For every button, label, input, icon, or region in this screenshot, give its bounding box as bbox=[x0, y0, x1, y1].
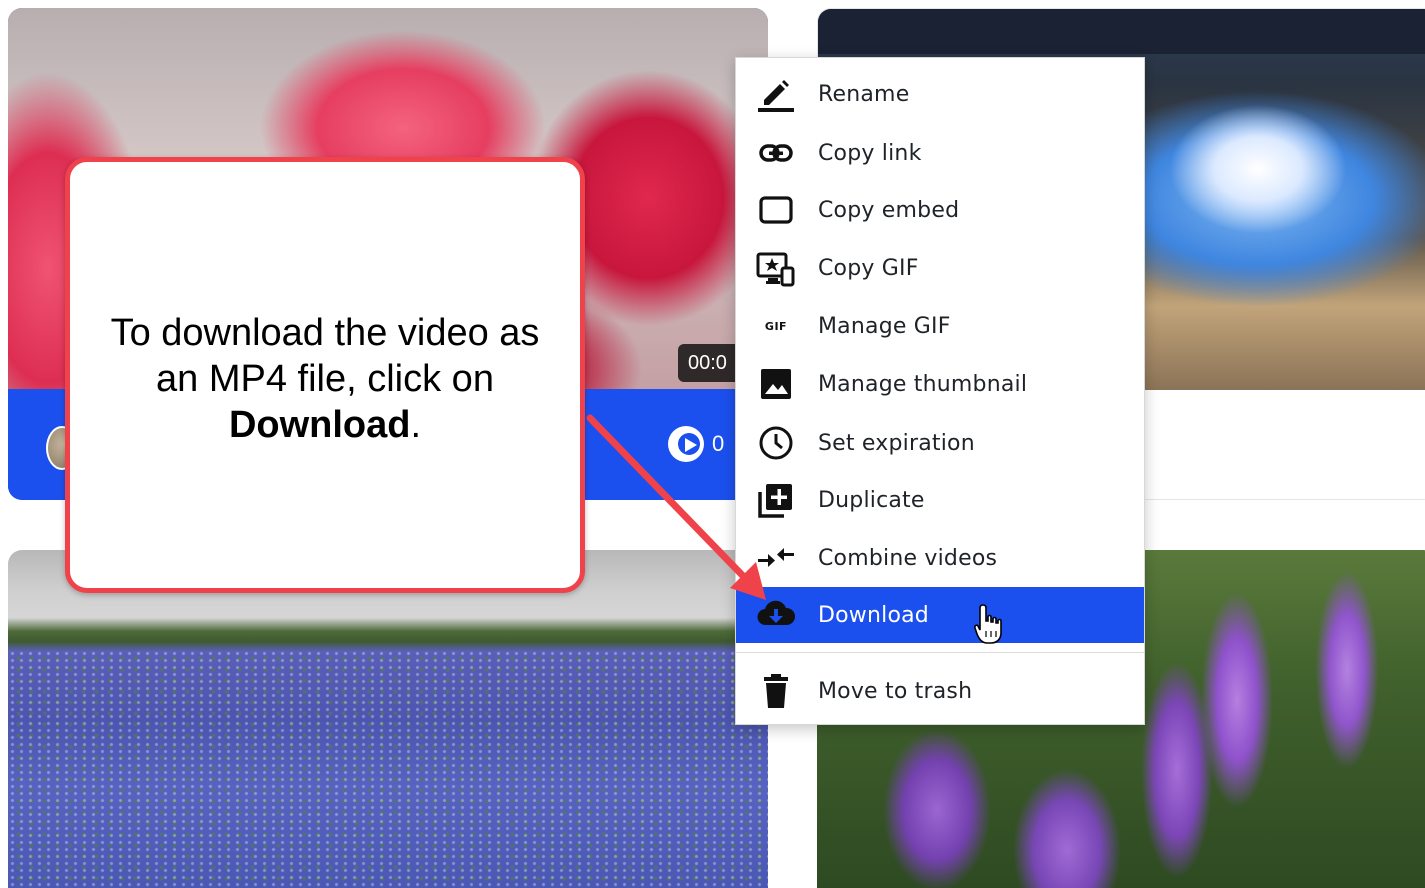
cloud-download-icon bbox=[756, 595, 796, 635]
thumbnail-monitor-edge bbox=[818, 9, 1425, 54]
menu-item-manage-gif[interactable]: GIF Manage GIF bbox=[736, 298, 1144, 354]
menu-item-label: Copy embed bbox=[818, 197, 960, 223]
menu-item-label: Duplicate bbox=[818, 487, 925, 513]
menu-item-copy-embed[interactable]: Copy embed bbox=[736, 182, 1144, 238]
trash-icon bbox=[756, 671, 796, 711]
link-icon bbox=[756, 133, 796, 173]
menu-item-label: Rename bbox=[818, 81, 910, 107]
menu-item-copy-gif[interactable]: Copy GIF bbox=[736, 240, 1144, 296]
view-count: 0 bbox=[668, 426, 724, 462]
play-icon bbox=[668, 426, 704, 462]
gif-badge: GIF bbox=[764, 319, 788, 333]
callout-line-1: To download the video as bbox=[110, 312, 540, 354]
menu-item-manage-thumbnail[interactable]: Manage thumbnail bbox=[736, 356, 1144, 412]
menu-item-rename[interactable]: Rename bbox=[736, 66, 1144, 122]
menu-item-label: Download bbox=[818, 602, 929, 628]
embed-icon bbox=[756, 190, 796, 230]
image-icon bbox=[756, 364, 796, 404]
callout-suffix: . bbox=[410, 404, 422, 446]
menu-item-label: Combine videos bbox=[818, 545, 998, 571]
gif-screen-icon bbox=[756, 248, 796, 288]
menu-item-move-to-trash[interactable]: Move to trash bbox=[736, 663, 1144, 719]
gif-icon: GIF bbox=[756, 306, 796, 346]
callout-text: To download the video as an MP4 file, cl… bbox=[70, 310, 580, 448]
duplicate-icon bbox=[756, 480, 796, 520]
pencil-icon bbox=[756, 74, 796, 114]
video-card-field[interactable] bbox=[8, 550, 768, 888]
instruction-callout: To download the video as an MP4 file, cl… bbox=[65, 157, 585, 593]
view-count-value: 0 bbox=[712, 431, 725, 456]
menu-item-label: Manage GIF bbox=[818, 313, 951, 339]
menu-item-set-expiration[interactable]: Set expiration bbox=[736, 415, 1144, 471]
menu-item-label: Manage thumbnail bbox=[818, 371, 1028, 397]
callout-line-3: Download. bbox=[70, 402, 580, 448]
combine-icon bbox=[756, 538, 796, 578]
menu-item-combine-videos[interactable]: Combine videos bbox=[736, 530, 1144, 586]
menu-item-label: Copy GIF bbox=[818, 255, 919, 281]
menu-item-label: Copy link bbox=[818, 140, 922, 166]
callout-line-2: an MP4 file, click on bbox=[156, 358, 494, 400]
context-menu: Rename Copy link Copy embed Copy GIF GIF… bbox=[735, 57, 1145, 725]
menu-item-label: Set expiration bbox=[818, 430, 975, 456]
menu-item-duplicate[interactable]: Duplicate bbox=[736, 472, 1144, 528]
clock-icon bbox=[756, 423, 796, 463]
menu-item-label: Move to trash bbox=[818, 678, 973, 704]
thumbnail-texture bbox=[8, 650, 768, 888]
hand-cursor-icon bbox=[974, 603, 1004, 652]
menu-item-copy-link[interactable]: Copy link bbox=[736, 125, 1144, 181]
menu-divider bbox=[736, 652, 1144, 653]
callout-emphasis: Download bbox=[228, 404, 411, 446]
menu-item-download[interactable]: Download bbox=[736, 587, 1144, 644]
